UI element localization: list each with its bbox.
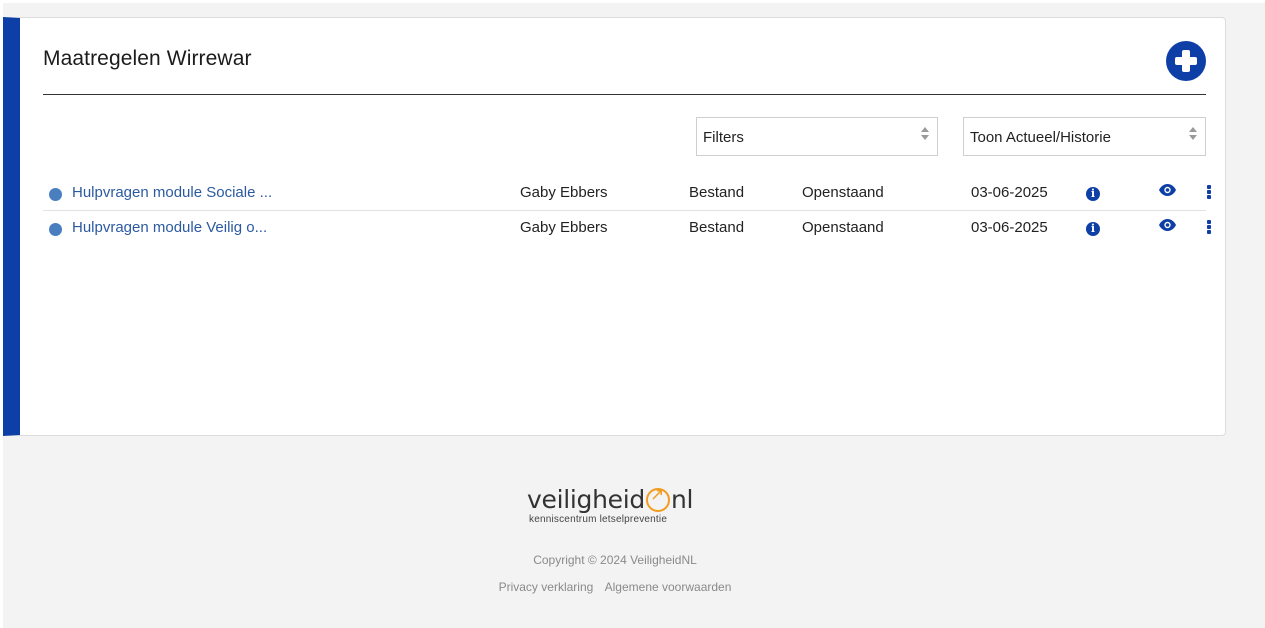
row-person: Gaby Ebbers xyxy=(520,219,608,236)
toon-actueel-historie-select[interactable]: Toon Actueel/Historie xyxy=(963,117,1206,156)
row-title-link[interactable]: Hulpvragen module Sociale ... xyxy=(72,184,272,201)
terms-link[interactable]: Algemene voorwaarden xyxy=(605,580,732,594)
toon-select-label: Toon Actueel/Historie xyxy=(970,129,1111,146)
add-button[interactable] xyxy=(1166,41,1206,81)
table-row: Hulpvragen module Veilig o... Gaby Ebber… xyxy=(43,211,1211,246)
privacy-link[interactable]: Privacy verklaring xyxy=(499,580,594,594)
status-dot-icon xyxy=(49,188,62,201)
row-date: 03-06-2025 xyxy=(971,219,1048,236)
title-divider xyxy=(43,94,1206,95)
logo-tagline: kenniscentrum letselpreventie xyxy=(529,514,668,525)
sort-arrows-icon xyxy=(921,127,929,145)
row-status: Openstaand xyxy=(802,184,884,201)
copyright-text: Copyright © 2024 VeiligheidNL xyxy=(533,553,697,567)
row-type: Bestand xyxy=(689,184,745,201)
logo-wordmark: veiligheid nl xyxy=(527,484,693,514)
row-person: Gaby Ebbers xyxy=(520,184,608,201)
info-icon[interactable]: i xyxy=(1086,187,1100,201)
filters-select-label: Filters xyxy=(703,129,744,146)
veiligheidnl-logo[interactable]: veiligheid nl kenniscentrum letselprevent… xyxy=(527,484,707,528)
logo-word-part-2: nl xyxy=(670,485,694,514)
eye-icon[interactable] xyxy=(1159,184,1176,196)
footer-links: Privacy verklaring Algemene voorwaarden xyxy=(0,580,1230,594)
sort-arrows-icon xyxy=(1189,127,1197,145)
kebab-menu-icon[interactable] xyxy=(1207,185,1211,199)
row-title-link[interactable]: Hulpvragen module Veilig o... xyxy=(72,219,267,236)
row-date: 03-06-2025 xyxy=(971,184,1048,201)
page-title: Maatregelen Wirrewar xyxy=(43,47,252,70)
kebab-menu-icon[interactable] xyxy=(1207,220,1211,234)
arrow-circle-icon xyxy=(645,485,670,512)
row-status: Openstaand xyxy=(802,219,884,236)
table-row: Hulpvragen module Sociale ... Gaby Ebber… xyxy=(43,176,1211,211)
filters-select[interactable]: Filters xyxy=(696,117,938,156)
info-icon[interactable]: i xyxy=(1086,222,1100,236)
maatregelen-card: Maatregelen Wirrewar Filters Toon Actuee… xyxy=(3,17,1226,436)
eye-icon[interactable] xyxy=(1159,219,1176,231)
row-type: Bestand xyxy=(689,219,745,236)
status-dot-icon xyxy=(49,223,62,236)
logo-word-part-1: veiligheid xyxy=(527,485,645,514)
